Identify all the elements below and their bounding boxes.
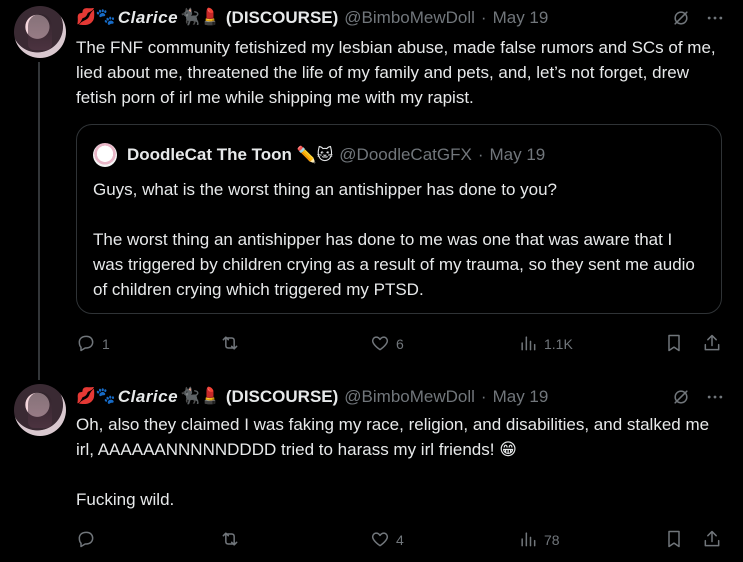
quote-text: Guys, what is the worst thing an antishi…: [93, 180, 695, 299]
quote-timestamp: May 19: [489, 145, 546, 164]
tweet-text: Oh, also they claimed I was faking my ra…: [76, 415, 710, 509]
views-count: 1.1K: [544, 336, 573, 352]
tweet-header: 💋🐾 Clarice 🐈‍⬛💄 (DISCOURSE) @BimboMewDol…: [76, 386, 548, 408]
bookmark-icon: [664, 529, 684, 552]
quote-tweet[interactable]: DoodleCat The Toon ✏️🐱 @DoodleCatGFX · M…: [76, 124, 722, 314]
name-stylized: Clarice: [117, 387, 179, 406]
like-count: 6: [396, 336, 404, 352]
name-emoji-prefix: 💋🐾: [76, 388, 116, 405]
quote-avatar[interactable]: [93, 143, 117, 167]
views-button[interactable]: 78: [518, 529, 560, 552]
tweet[interactable]: 💋🐾 Clarice 🐈‍⬛💄 (DISCOURSE) @BimboMewDol…: [0, 0, 743, 380]
quote-name: DoodleCat The Toon: [127, 145, 292, 164]
like-button[interactable]: 6: [370, 333, 404, 356]
bookmark-button[interactable]: [664, 333, 684, 356]
like-button[interactable]: 4: [370, 529, 404, 552]
display-name[interactable]: 💋🐾 Clarice 🐈‍⬛💄 (DISCOURSE): [76, 8, 338, 28]
reply-button[interactable]: [76, 529, 102, 552]
timestamp[interactable]: May 19: [493, 387, 549, 407]
like-count: 4: [396, 532, 404, 548]
quote-handle: @DoodleCatGFX: [339, 145, 472, 164]
share-icon: [702, 529, 722, 552]
name-emoji-prefix: 💋🐾: [76, 9, 116, 26]
quote-name-emoji: ✏️🐱: [296, 147, 334, 164]
like-icon: [370, 529, 390, 552]
views-icon: [518, 529, 538, 552]
views-button[interactable]: 1.1K: [518, 333, 573, 356]
share-button[interactable]: [702, 333, 722, 356]
retweet-button[interactable]: [220, 333, 246, 356]
name-stylized: Clarice: [117, 8, 179, 27]
reply-count: 1: [102, 336, 110, 352]
quote-display-name[interactable]: DoodleCat The Toon ✏️🐱: [127, 145, 333, 165]
name-emoji-suffix: 🐈‍⬛💄: [180, 388, 220, 405]
name-tag: (DISCOURSE): [225, 8, 339, 27]
share-button[interactable]: [702, 529, 722, 552]
more-icon[interactable]: [705, 387, 725, 412]
views-icon: [518, 333, 538, 356]
bookmark-button[interactable]: [664, 529, 684, 552]
action-bar: 1 6 1.1K: [76, 332, 722, 356]
avatar[interactable]: [14, 6, 66, 58]
views-count: 78: [544, 532, 560, 548]
reply-icon: [76, 529, 96, 552]
thread-line: [38, 62, 40, 380]
retweet-icon: [220, 333, 240, 356]
retweet-button[interactable]: [220, 529, 246, 552]
action-bar: 4 78: [76, 528, 722, 552]
more-icon[interactable]: [705, 8, 725, 33]
grok-slash-icon[interactable]: [671, 387, 691, 412]
bookmark-icon: [664, 333, 684, 356]
handle[interactable]: @BimboMewDoll: [344, 387, 475, 407]
separator-dot: ·: [480, 8, 487, 27]
tweet-text: The FNF community fetishized my lesbian …: [76, 38, 721, 107]
avatar[interactable]: [14, 384, 66, 436]
share-icon: [702, 333, 722, 356]
like-icon: [370, 333, 390, 356]
name-tag: (DISCOURSE): [225, 387, 339, 406]
tweet-header: 💋🐾 Clarice 🐈‍⬛💄 (DISCOURSE) @BimboMewDol…: [76, 7, 548, 29]
tweet[interactable]: 💋🐾 Clarice 🐈‍⬛💄 (DISCOURSE) @BimboMewDol…: [0, 370, 743, 562]
quote-header: DoodleCat The Toon ✏️🐱 @DoodleCatGFX · M…: [127, 143, 545, 167]
separator-dot: ·: [477, 145, 484, 164]
grok-slash-icon[interactable]: [671, 8, 691, 33]
reply-icon: [76, 333, 96, 356]
reply-button[interactable]: 1: [76, 333, 110, 356]
timestamp[interactable]: May 19: [493, 8, 549, 28]
separator-dot: ·: [480, 387, 487, 406]
name-emoji-suffix: 🐈‍⬛💄: [180, 9, 220, 26]
handle[interactable]: @BimboMewDoll: [344, 8, 475, 28]
retweet-icon: [220, 529, 240, 552]
display-name[interactable]: 💋🐾 Clarice 🐈‍⬛💄 (DISCOURSE): [76, 387, 338, 407]
